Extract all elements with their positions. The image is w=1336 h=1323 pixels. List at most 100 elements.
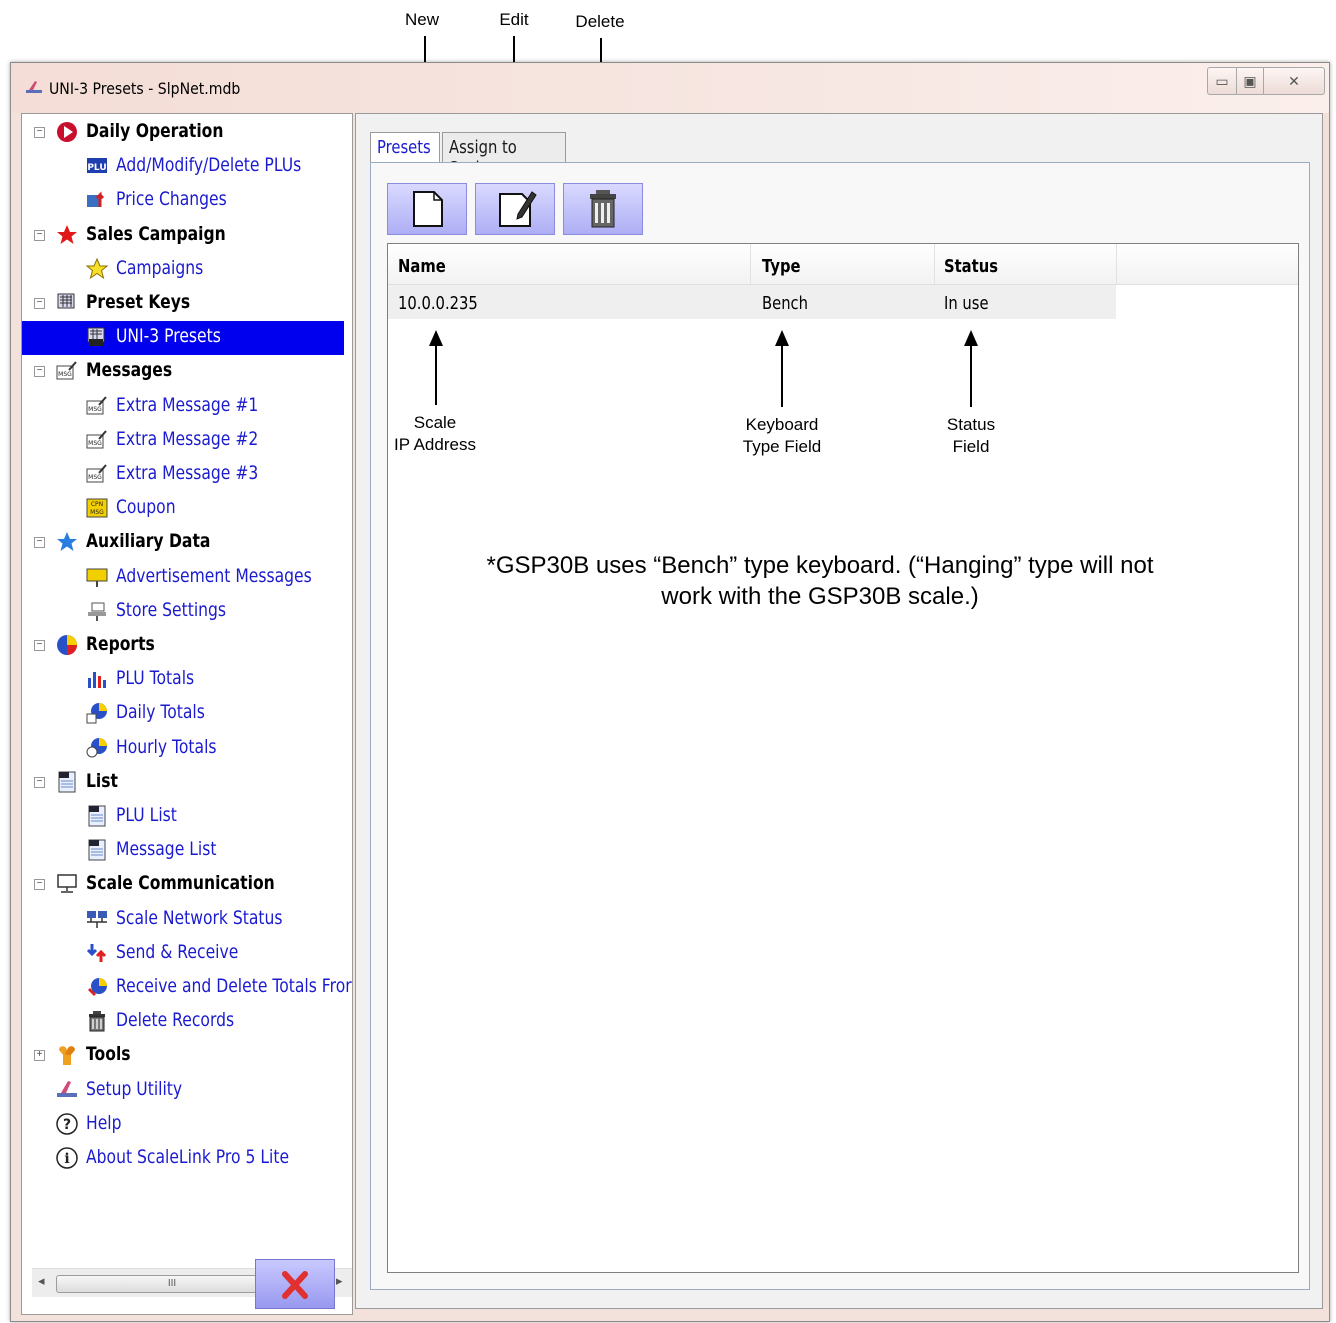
sidebar-item-setup-utility[interactable]: Setup Utility bbox=[22, 1074, 344, 1104]
table-row[interactable]: 10.0.0.235 Bench In use bbox=[388, 285, 1116, 319]
callout-keyboard-line1: Keyboard bbox=[745, 415, 819, 434]
trash-icon bbox=[89, 1011, 105, 1032]
delete-button[interactable] bbox=[563, 183, 643, 235]
sidebar-item-message-list[interactable]: Message List bbox=[22, 834, 344, 864]
content-panel: Presets Assign to Scales bbox=[355, 113, 1323, 1309]
sidebar-item-label: Add/Modify/Delete PLUs bbox=[116, 154, 302, 177]
store-settings-icon bbox=[88, 602, 106, 621]
sidebar-item-label: PLU List bbox=[116, 804, 177, 826]
column-header-type[interactable]: Type bbox=[762, 256, 801, 277]
callout-delete-label: Delete bbox=[575, 12, 625, 31]
title-bar[interactable]: UNI-3 Presets - SlpNet.mdb ▭ ▣ ✕ bbox=[11, 63, 1329, 113]
tab-presets[interactable]: Presets bbox=[370, 132, 440, 162]
sidebar-item-sales-campaign[interactable]: − Sales Campaign bbox=[22, 219, 344, 249]
sidebar-item-label: Reports bbox=[86, 633, 155, 655]
callout-keyboard-arrowhead bbox=[775, 330, 789, 346]
collapse-icon[interactable]: − bbox=[34, 127, 45, 138]
sidebar-item-uni-3-presets[interactable]: UNI-3 Presets bbox=[22, 321, 344, 356]
sidebar-item-scale-communication[interactable]: − Scale Communication bbox=[22, 868, 344, 898]
sidebar-item-price-changes[interactable]: Price Changes bbox=[22, 184, 344, 214]
keyboard-note-line2: work with the GSP30B scale.) bbox=[661, 583, 979, 610]
monitor-icon bbox=[57, 874, 77, 894]
svg-text:MSG: MSG bbox=[88, 406, 102, 413]
sidebar-item-auxiliary-data[interactable]: − Auxiliary Data bbox=[22, 526, 344, 556]
sidebar-item-extra-message-2[interactable]: MSG Extra Message #2 bbox=[22, 424, 344, 454]
sidebar-item-label: Hourly Totals bbox=[116, 735, 217, 758]
sidebar-item-send-receive[interactable]: Send & Receive bbox=[22, 937, 344, 967]
maximize-button[interactable]: ▣ bbox=[1236, 67, 1264, 95]
svg-text:i: i bbox=[64, 1151, 69, 1167]
sidebar-item-advertisement-messages[interactable]: Advertisement Messages bbox=[22, 561, 344, 591]
sidebar-item-list[interactable]: − List bbox=[22, 766, 344, 796]
sidebar-item-add-modify-delete-plus[interactable]: PLU Add/Modify/Delete PLUs bbox=[22, 150, 344, 180]
callout-new-label: New bbox=[404, 10, 439, 29]
scroll-right-arrow-icon[interactable]: ▸ bbox=[336, 1273, 343, 1289]
callout-keyboard-line2: Type Field bbox=[742, 437, 822, 456]
sidebar-item-reports[interactable]: − Reports bbox=[22, 629, 344, 659]
sidebar-item-messages[interactable]: − MSG Messages bbox=[22, 355, 344, 385]
sidebar-item-help[interactable]: ? Help bbox=[22, 1108, 344, 1138]
edit-button[interactable] bbox=[475, 183, 555, 235]
sidebar-item-delete-records[interactable]: Delete Records bbox=[22, 1005, 344, 1035]
daily-totals-icon bbox=[86, 703, 107, 724]
callout-scale-ip: Scale IP Address bbox=[380, 412, 490, 456]
tab-presets-label: Presets bbox=[377, 137, 431, 158]
sidebar-item-label: Scale Communication bbox=[86, 872, 275, 895]
sidebar-item-receive-and-delete-totals-fror[interactable]: Receive and Delete Totals Fror bbox=[22, 971, 352, 1001]
sidebar-item-plu-totals[interactable]: PLU Totals bbox=[22, 663, 344, 693]
sidebar-item-label: List bbox=[86, 769, 118, 792]
navigation-tree: − Daily Operation PLU Add/Modify/Delete PLU… bbox=[21, 113, 353, 1315]
callout-status-arrowhead bbox=[964, 330, 978, 346]
sidebar-item-extra-message-3[interactable]: MSG Extra Message #3 bbox=[22, 458, 344, 488]
scroll-left-arrow-icon[interactable]: ◂ bbox=[38, 1273, 45, 1289]
preset-keys-icon bbox=[57, 293, 75, 309]
sidebar-item-preset-keys[interactable]: − Preset Keys bbox=[22, 287, 344, 317]
close-window-button[interactable]: ✕ bbox=[1263, 67, 1325, 95]
collapse-icon[interactable]: − bbox=[34, 879, 45, 891]
column-header-status[interactable]: Status bbox=[944, 256, 998, 277]
sidebar-item-coupon[interactable]: CPN MSG Coupon bbox=[22, 492, 344, 522]
sidebar-item-label: Tools bbox=[86, 1043, 131, 1066]
app-logo-icon bbox=[26, 81, 42, 93]
sidebar-item-daily-operation[interactable]: − Daily Operation bbox=[22, 116, 344, 146]
message-icon: MSG bbox=[86, 395, 107, 415]
svg-text:MSG: MSG bbox=[90, 509, 104, 516]
sidebar-item-extra-message-1[interactable]: MSG Extra Message #1 bbox=[22, 390, 344, 420]
coupon-icon: CPNMSG bbox=[86, 498, 108, 518]
minimize-button[interactable]: ▭ bbox=[1207, 67, 1237, 95]
callout-scale-ip-line2: IP Address bbox=[394, 435, 476, 454]
svg-text:MSG: MSG bbox=[88, 440, 102, 447]
sidebar-item-store-settings[interactable]: Store Settings bbox=[22, 595, 344, 625]
trash-can-icon bbox=[590, 190, 616, 228]
column-header-name[interactable]: Name bbox=[398, 256, 446, 277]
collapse-icon[interactable]: − bbox=[34, 640, 45, 651]
sidebar-item-label: Delete Records bbox=[116, 1009, 235, 1032]
sidebar-item-about-scalelink-pro-5-lite[interactable]: i About ScaleLink Pro 5 Lite bbox=[22, 1142, 344, 1172]
sidebar-item-scale-network-status[interactable]: Scale Network Status bbox=[22, 903, 344, 933]
collapse-icon[interactable]: − bbox=[34, 537, 45, 549]
scrollbar-thumb[interactable]: III bbox=[56, 1275, 288, 1293]
callout-status-field: Status Field bbox=[920, 414, 1022, 458]
sidebar-item-label: Help bbox=[86, 1111, 122, 1134]
tools-icon bbox=[59, 1046, 75, 1066]
list-icon bbox=[88, 805, 106, 827]
sidebar-item-daily-totals[interactable]: Daily Totals bbox=[22, 697, 344, 727]
sidebar-item-plu-list[interactable]: PLU List bbox=[22, 800, 344, 830]
keyboard-note: *GSP30B uses “Bench” type keyboard. (“Ha… bbox=[420, 550, 1220, 612]
sidebar-item-label: Advertisement Messages bbox=[116, 564, 312, 587]
collapse-icon[interactable]: − bbox=[34, 298, 45, 309]
sidebar-item-label: Extra Message #2 bbox=[116, 427, 259, 450]
collapse-icon[interactable]: − bbox=[34, 776, 45, 788]
collapse-icon[interactable]: − bbox=[34, 229, 45, 241]
collapse-icon[interactable]: − bbox=[34, 366, 45, 378]
grid-header: Name Type Status bbox=[388, 244, 1298, 285]
sidebar-item-campaigns[interactable]: Campaigns bbox=[22, 253, 344, 283]
sidebar-item-tools[interactable]: + Tools bbox=[22, 1039, 344, 1069]
sidebar-item-hourly-totals[interactable]: Hourly Totals bbox=[22, 732, 344, 762]
star-red-icon bbox=[57, 224, 77, 244]
sidebar-item-label: Send & Receive bbox=[116, 940, 239, 963]
new-button[interactable] bbox=[387, 183, 467, 235]
tab-assign-to-scales[interactable]: Assign to Scales bbox=[442, 132, 566, 179]
expand-icon[interactable]: + bbox=[34, 1050, 45, 1062]
exit-button[interactable] bbox=[255, 1259, 335, 1309]
